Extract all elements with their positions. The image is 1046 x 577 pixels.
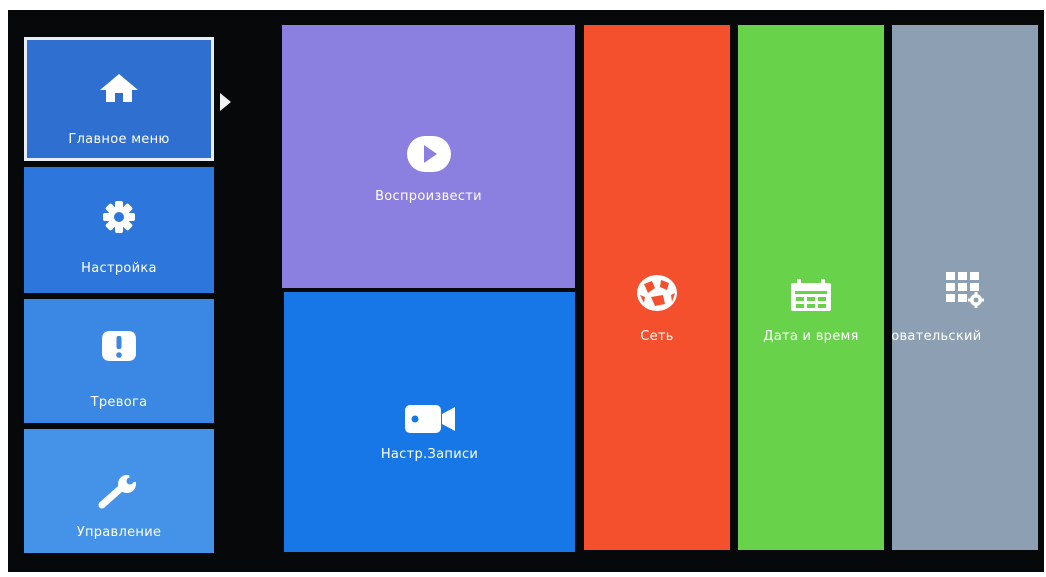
- gear-icon: [103, 201, 135, 233]
- tile-label: Настр.Записи: [380, 447, 479, 462]
- sidebar-item-settings[interactable]: Настройка: [24, 167, 214, 293]
- tile-playback[interactable]: Воспроизвести: [282, 25, 575, 288]
- tile-label: Дата и время: [763, 329, 859, 344]
- sidebar-item-main-menu[interactable]: Главное меню: [24, 37, 214, 161]
- tile-label: Воспроизвести: [375, 189, 482, 204]
- home-icon: [100, 74, 138, 102]
- sidebar-item-alarm[interactable]: Тревога: [24, 299, 214, 423]
- alert-icon: [102, 331, 136, 361]
- tile-label: зовательский: [892, 329, 982, 344]
- calendar-icon: [791, 279, 831, 311]
- selection-pointer: [220, 93, 231, 111]
- globe-icon: [637, 275, 677, 311]
- wrench-icon: [98, 475, 138, 509]
- camera-icon: [404, 405, 455, 433]
- sidebar-item-label: Настройка: [81, 261, 157, 276]
- sidebar-item-management[interactable]: Управление: [24, 429, 214, 553]
- tile-record-settings[interactable]: Настр.Записи: [284, 292, 575, 552]
- sidebar-item-label: Управление: [76, 525, 162, 540]
- tile-user[interactable]: зовательский: [892, 25, 1038, 550]
- tile-label: Сеть: [640, 329, 674, 344]
- grid-gear-icon: [946, 272, 984, 308]
- tile-network[interactable]: Сеть: [584, 25, 730, 550]
- play-icon: [406, 136, 451, 172]
- sidebar-item-label: Тревога: [90, 395, 148, 410]
- tile-date-time[interactable]: Дата и время: [738, 25, 884, 550]
- dvr-main-menu-screen: Главное меню Настройка Тревога Управлени…: [8, 10, 1044, 572]
- sidebar-item-label: Главное меню: [68, 132, 170, 147]
